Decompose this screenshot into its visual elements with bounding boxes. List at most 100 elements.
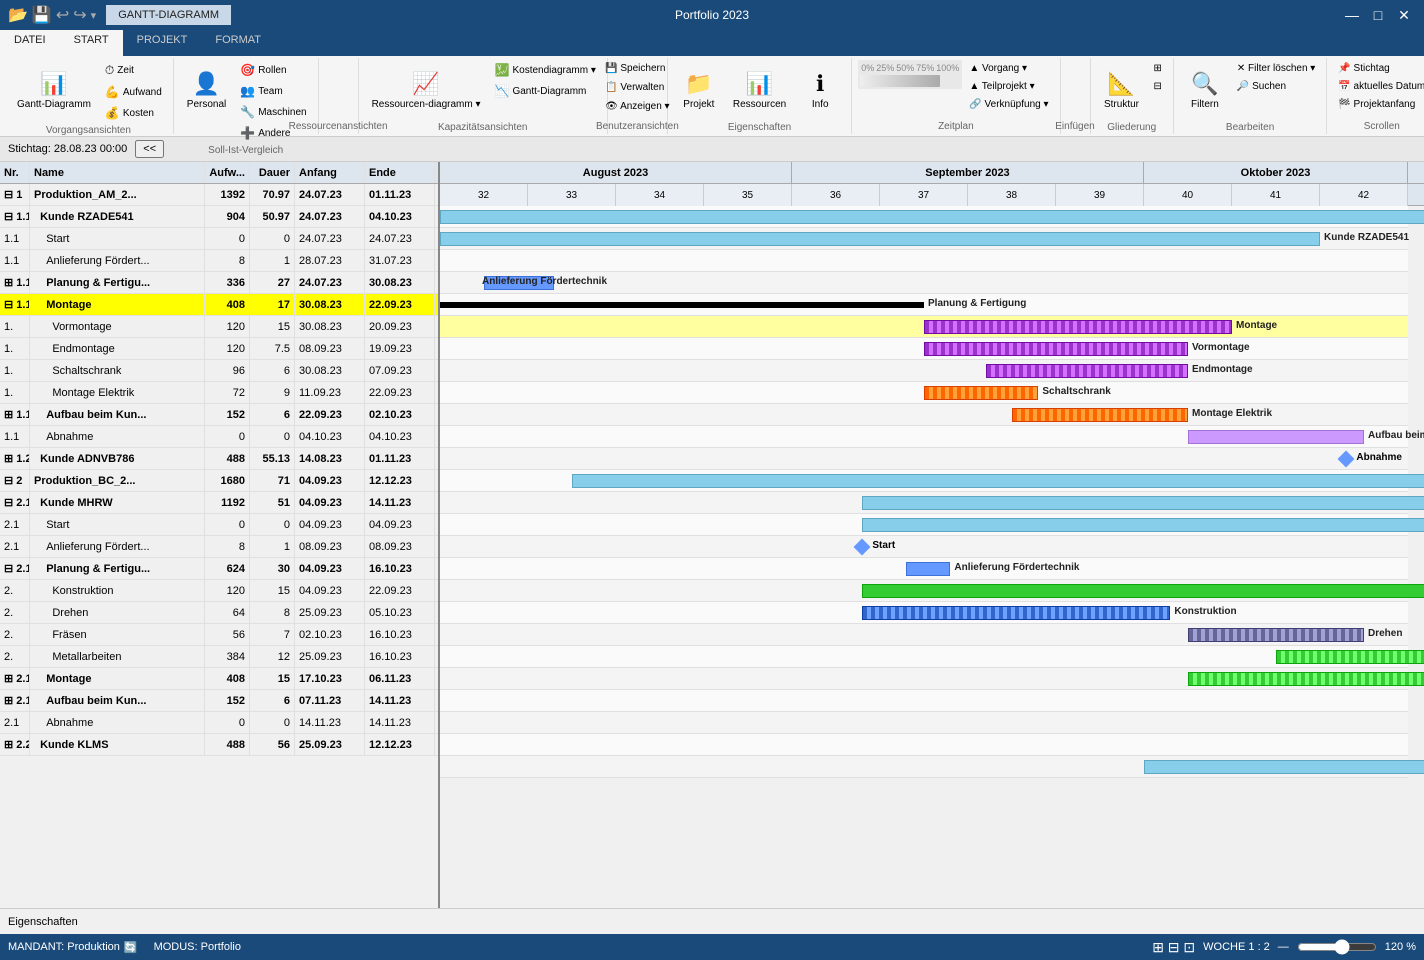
tab-gantt-diagramm[interactable]: GANTT-DIAGRAMM: [106, 5, 231, 25]
col-header-anfang: Anfang: [295, 162, 365, 183]
table-row[interactable]: ⊟ 1.1. Montage 408 17 30.08.23 22.09.23: [0, 294, 438, 316]
btn-team[interactable]: 👥Team: [235, 81, 311, 101]
gantt-bar[interactable]: [862, 496, 1424, 510]
collapse-button[interactable]: <<: [135, 140, 164, 158]
gantt-bar[interactable]: [1188, 672, 1424, 686]
gantt-bar[interactable]: [924, 342, 1188, 356]
tab-datei[interactable]: DATEI: [0, 30, 60, 56]
close-button[interactable]: ✕: [1392, 3, 1416, 27]
refresh-icon[interactable]: 🔄: [124, 941, 138, 954]
table-row[interactable]: 2. Metallarbeiten 384 12 25.09.23 16.10.…: [0, 646, 438, 668]
table-row[interactable]: ⊟ 1 Produktion_AM_2... 1392 70.97 24.07.…: [0, 184, 438, 206]
status-bar: MANDANT: Produktion 🔄 MODUS: Portfolio ⊞…: [0, 934, 1424, 960]
stichtag-label: Stichtag: 28.08.23 00:00: [8, 143, 127, 155]
btn-ressourcendiagramm[interactable]: 📈 Ressourcen-diagramm ▾: [365, 60, 488, 120]
table-row[interactable]: 2.1 Anlieferung Fördert... 8 1 08.09.23 …: [0, 536, 438, 558]
btn-projekt[interactable]: 📁 Projekt: [674, 60, 724, 120]
bar-label: Vormontage: [1192, 342, 1250, 353]
gantt-bar[interactable]: [862, 518, 1424, 532]
table-row[interactable]: ⊞ 2.2 Kunde KLMS 488 56 25.09.23 12.12.2…: [0, 734, 438, 756]
btn-teilprojekt[interactable]: ▲ Teilprojekt ▾: [964, 78, 1053, 95]
table-row[interactable]: 1.1 Anlieferung Fördert... 8 1 28.07.23 …: [0, 250, 438, 272]
btn-collapse[interactable]: ⊟: [1149, 78, 1167, 95]
table-row[interactable]: 2. Fräsen 56 7 02.10.23 16.10.23: [0, 624, 438, 646]
btn-zeit[interactable]: ⏱Zeit: [100, 60, 167, 81]
btn-filter-loschen[interactable]: ✕ Filter löschen ▾: [1232, 60, 1320, 77]
gantt-row: Montage: [440, 316, 1408, 338]
cell-nr: 1.: [0, 382, 30, 403]
table-row[interactable]: 2.1 Start 0 0 04.09.23 04.09.23: [0, 514, 438, 536]
table-row[interactable]: 1.1 Start 0 0 24.07.23 24.07.23: [0, 228, 438, 250]
table-row[interactable]: ⊞ 2.1. Montage 408 15 17.10.23 06.11.23: [0, 668, 438, 690]
table-row[interactable]: 2. Drehen 64 8 25.09.23 05.10.23: [0, 602, 438, 624]
cell-dauer: 8: [250, 602, 295, 623]
table-row[interactable]: ⊟ 2.1. Planung & Fertigu... 624 30 04.09…: [0, 558, 438, 580]
cell-nr: 2.1: [0, 514, 30, 535]
gantt-bar[interactable]: [1144, 760, 1424, 774]
btn-maschinen[interactable]: 🔧Maschinen: [235, 102, 311, 122]
table-row[interactable]: 1. Endmontage 120 7.5 08.09.23 19.09.23: [0, 338, 438, 360]
btn-suchen[interactable]: 🔎 Suchen: [1232, 78, 1320, 95]
title-tabs: 📂 💾 ↩ ↪ ▾ GANTT-DIAGRAMM: [8, 5, 231, 25]
btn-vorgang[interactable]: ▲ Vorgang ▾: [964, 60, 1053, 77]
table-row[interactable]: 1. Montage Elektrik 72 9 11.09.23 22.09.…: [0, 382, 438, 404]
gantt-bar[interactable]: [924, 386, 1038, 400]
tab-start[interactable]: START: [60, 30, 123, 56]
tab-format[interactable]: FORMAT: [201, 30, 275, 56]
gantt-bar[interactable]: [862, 584, 1424, 598]
btn-stichtag[interactable]: 📌 Stichtag: [1333, 60, 1424, 77]
btn-struktur[interactable]: 📐 Struktur: [1097, 60, 1147, 120]
btn-verwalten[interactable]: 📋 Verwalten: [600, 79, 669, 96]
btn-expand[interactable]: ⊞: [1149, 60, 1167, 77]
gantt-bar[interactable]: [906, 562, 950, 576]
table-row[interactable]: 1. Vormontage 120 15 30.08.23 20.09.23: [0, 316, 438, 338]
btn-rollen[interactable]: 🎯Rollen: [235, 60, 311, 80]
table-row[interactable]: ⊞ 1.1. Planung & Fertigu... 336 27 24.07…: [0, 272, 438, 294]
btn-filtern[interactable]: 🔍 Filtern: [1180, 60, 1230, 120]
btn-info[interactable]: ℹ Info: [795, 60, 845, 120]
table-row[interactable]: ⊟ 1.1 Kunde RZADE541 904 50.97 24.07.23 …: [0, 206, 438, 228]
cell-ende: 06.11.23: [365, 668, 435, 689]
gantt-bar[interactable]: [440, 302, 924, 308]
table-row[interactable]: ⊞ 2.1. Aufbau beim Kun... 152 6 07.11.23…: [0, 690, 438, 712]
cell-dauer: 9: [250, 382, 295, 403]
gantt-bar[interactable]: [1276, 650, 1424, 664]
tab-projekt[interactable]: PROJEKT: [123, 30, 202, 56]
gantt-bar[interactable]: [924, 320, 1232, 334]
gantt-bar[interactable]: [986, 364, 1188, 378]
gantt-bar[interactable]: [1188, 628, 1364, 642]
table-row[interactable]: ⊟ 2.1 Kunde MHRW 1192 51 04.09.23 14.11.…: [0, 492, 438, 514]
table-row[interactable]: 2. Konstruktion 120 15 04.09.23 22.09.23: [0, 580, 438, 602]
cell-aufwand: 0: [205, 514, 250, 535]
btn-ressourcen[interactable]: 📊 Ressourcen: [726, 60, 793, 120]
table-row[interactable]: 1.1 Abnahme 0 0 04.10.23 04.10.23: [0, 426, 438, 448]
btn-gantt-diagramm[interactable]: 📊 Gantt-Diagramm: [10, 60, 98, 120]
zoom-minus-icon[interactable]: —: [1278, 941, 1289, 953]
gantt-bar[interactable]: [440, 232, 1320, 246]
gantt-bar[interactable]: [862, 606, 1170, 620]
maximize-button[interactable]: □: [1366, 3, 1390, 27]
gantt-bar[interactable]: [1188, 430, 1364, 444]
table-row[interactable]: ⊞ 1.2 Kunde ADNVB786 488 55.13 14.08.23 …: [0, 448, 438, 470]
btn-gantt2[interactable]: 📉Gantt-Diagramm: [490, 81, 601, 101]
btn-anzeigen[interactable]: 👁 Anzeigen ▾: [600, 98, 674, 115]
table-row[interactable]: 2.1 Abnahme 0 0 14.11.23 14.11.23: [0, 712, 438, 734]
minimize-button[interactable]: —: [1340, 3, 1364, 27]
btn-aktuelles-datum[interactable]: 📅 aktuelles Datum: [1333, 78, 1424, 95]
table-row[interactable]: 1. Schaltschrank 96 6 30.08.23 07.09.23: [0, 360, 438, 382]
table-row[interactable]: ⊞ 1.1. Aufbau beim Kun... 152 6 22.09.23…: [0, 404, 438, 426]
gantt-bar[interactable]: [440, 210, 1424, 224]
group-label-scrollen: Scrollen: [1364, 121, 1400, 132]
table-row[interactable]: ⊟ 2 Produktion_BC_2... 1680 71 04.09.23 …: [0, 470, 438, 492]
btn-kosten[interactable]: 💰Kosten: [100, 103, 167, 123]
bar-label: Schaltschrank: [1042, 386, 1110, 397]
btn-aufwand[interactable]: 💪Aufwand: [100, 82, 167, 102]
zoom-slider[interactable]: [1297, 939, 1377, 955]
btn-kostendiagramm[interactable]: 💹Kostendiagramm ▾: [490, 60, 601, 80]
gantt-bar[interactable]: [572, 474, 1424, 488]
gantt-bar[interactable]: [1012, 408, 1188, 422]
btn-projektanfang[interactable]: 🏁 Projektanfang: [1333, 96, 1424, 113]
btn-verknupfung[interactable]: 🔗 Verknüpfung ▾: [964, 96, 1053, 113]
btn-speichern[interactable]: 💾 Speichern: [600, 60, 670, 77]
btn-personal[interactable]: 👤 Personal: [180, 60, 233, 120]
